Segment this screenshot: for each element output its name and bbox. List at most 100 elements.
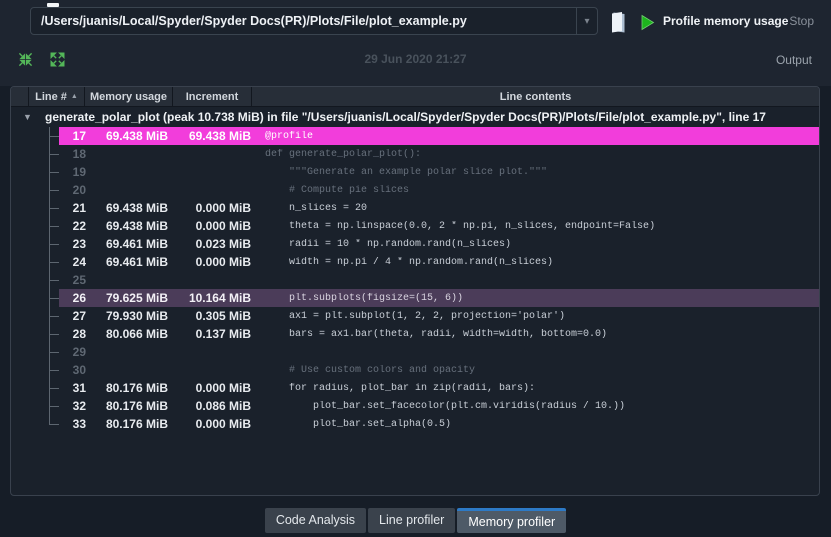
run-profiler-icon[interactable] [640, 14, 656, 31]
column-header-line-contents[interactable]: Line contents [252, 87, 819, 106]
memory-usage-value: 69.438 MiB [105, 201, 168, 215]
line-code: def generate_polar_plot(): [265, 148, 422, 160]
line-number: 24 [72, 255, 86, 269]
column-header-line-label: Line # [35, 90, 67, 103]
tree-branch [11, 379, 59, 397]
profile-table-body: ▼ generate_polar_plot (peak 10.738 MiB) … [11, 107, 819, 495]
line-number: 22 [72, 219, 86, 233]
line-number: 21 [72, 201, 86, 215]
line-code: bars = ax1.bar(theta, radii, width=width… [265, 328, 608, 340]
column-header-increment[interactable]: Increment [173, 87, 252, 106]
profile-line-row[interactable]: 17 69.438 MiB 69.438 MiB @profile [11, 127, 819, 145]
memory-usage-value: 79.625 MiB [105, 291, 168, 305]
memory-usage-value: 80.066 MiB [105, 327, 168, 341]
profile-line-row[interactable]: 24 69.461 MiB 0.000 MiB width = np.pi / … [11, 253, 819, 271]
line-number: 19 [72, 165, 86, 179]
tab-line-profiler[interactable]: Line profiler [368, 508, 456, 533]
tree-branch [11, 127, 59, 145]
tree-branch [11, 415, 59, 433]
line-code: plot_bar.set_alpha(0.5) [265, 418, 452, 430]
line-number: 29 [72, 345, 86, 359]
tree-branch [11, 343, 59, 361]
file-path-value[interactable]: /Users/juanis/Local/Spyder/Spyder Docs(P… [31, 14, 576, 28]
toolbar: /Users/juanis/Local/Spyder/Spyder Docs(P… [0, 0, 831, 86]
profile-line-row[interactable]: 31 80.176 MiB 0.000 MiB for radius, plot… [11, 379, 819, 397]
memory-usage-value: 80.176 MiB [105, 417, 168, 431]
increment-value: 0.137 MiB [195, 327, 251, 341]
line-number: 27 [72, 309, 86, 323]
profile-line-row[interactable]: 29 [11, 343, 819, 361]
memory-usage-value: 80.176 MiB [105, 381, 168, 395]
increment-value: 0.023 MiB [195, 237, 251, 251]
line-code: theta = np.linspace(0.0, 2 * np.pi, n_sl… [265, 220, 656, 232]
tree-branch [11, 397, 59, 415]
memory-usage-value: 69.438 MiB [105, 129, 168, 143]
memory-usage-value: 80.176 MiB [105, 399, 168, 413]
output-file-icon[interactable] [609, 11, 627, 34]
line-number: 25 [72, 273, 86, 287]
memory-usage-value: 69.461 MiB [105, 237, 168, 251]
increment-value: 0.000 MiB [195, 417, 251, 431]
line-number: 33 [72, 417, 86, 431]
line-number: 17 [72, 129, 86, 143]
column-header-line[interactable]: Line # ▲ [29, 87, 85, 106]
run-timestamp: 29 Jun 2020 21:27 [364, 52, 467, 66]
table-header: Line # ▲ Memory usage Increment Line con… [11, 87, 819, 107]
profile-line-row[interactable]: 23 69.461 MiB 0.023 MiB radii = 10 * np.… [11, 235, 819, 253]
increment-value: 0.000 MiB [195, 381, 251, 395]
sort-ascending-icon: ▲ [70, 93, 78, 100]
tab-code-analysis[interactable]: Code Analysis [264, 508, 367, 533]
profile-line-row[interactable]: 22 69.438 MiB 0.000 MiB theta = np.linsp… [11, 217, 819, 235]
tree-branch [11, 163, 59, 181]
profile-line-row[interactable]: 21 69.438 MiB 0.000 MiB n_slices = 20 [11, 199, 819, 217]
function-summary-row[interactable]: ▼ generate_polar_plot (peak 10.738 MiB) … [11, 107, 819, 127]
profile-line-row[interactable]: 19 """Generate an example polar slice pl… [11, 163, 819, 181]
line-number: 26 [72, 291, 86, 305]
tree-branch [11, 271, 59, 289]
increment-value: 0.000 MiB [195, 219, 251, 233]
line-number: 23 [72, 237, 86, 251]
profile-line-row[interactable]: 27 79.930 MiB 0.305 MiB ax1 = plt.subplo… [11, 307, 819, 325]
output-link[interactable]: Output [776, 53, 812, 67]
memory-profile-table: Line # ▲ Memory usage Increment Line con… [10, 86, 820, 496]
memory-usage-value: 69.438 MiB [105, 219, 168, 233]
line-number: 18 [72, 147, 86, 161]
memory-profiler-pane: /Users/juanis/Local/Spyder/Spyder Docs(P… [0, 0, 831, 537]
line-code: """Generate an example polar slice plot.… [265, 166, 548, 178]
line-number: 28 [72, 327, 86, 341]
line-code: # Compute pie slices [265, 184, 410, 196]
profile-line-row[interactable]: 33 80.176 MiB 0.000 MiB plot_bar.set_alp… [11, 415, 819, 433]
line-code: width = np.pi / 4 * np.random.rand(n_sli… [265, 256, 554, 268]
tab-memory-profiler[interactable]: Memory profiler [457, 508, 567, 533]
memory-usage-value: 79.930 MiB [105, 309, 168, 323]
increment-value: 0.086 MiB [195, 399, 251, 413]
column-header-memory-usage[interactable]: Memory usage [85, 87, 173, 106]
profile-line-row[interactable]: 25 [11, 271, 819, 289]
line-number: 32 [72, 399, 86, 413]
tree-branch [11, 307, 59, 325]
profile-line-row[interactable]: 30 # Use custom colors and opacity [11, 361, 819, 379]
tree-branch [11, 235, 59, 253]
tree-branch [11, 199, 59, 217]
chevron-down-icon[interactable]: ▾ [576, 8, 597, 34]
line-code: radii = 10 * np.random.rand(n_slices) [265, 238, 512, 250]
file-path-combobox[interactable]: /Users/juanis/Local/Spyder/Spyder Docs(P… [30, 7, 598, 35]
profile-line-row[interactable]: 26 79.625 MiB 10.164 MiB plt.subplots(fi… [11, 289, 819, 307]
tree-branch [11, 217, 59, 235]
tree-branch [11, 361, 59, 379]
profile-line-row[interactable]: 18 def generate_polar_plot(): [11, 145, 819, 163]
profile-line-row[interactable]: 28 80.066 MiB 0.137 MiB bars = ax1.bar(t… [11, 325, 819, 343]
line-code: ax1 = plt.subplot(1, 2, 2, projection='p… [265, 310, 566, 322]
profile-line-row[interactable]: 20 # Compute pie slices [11, 181, 819, 199]
stop-button[interactable]: Stop [789, 9, 814, 33]
tree-branch [11, 145, 59, 163]
line-code: n_slices = 20 [265, 202, 368, 214]
collapse-triangle-icon[interactable]: ▼ [23, 112, 45, 122]
profile-line-row[interactable]: 32 80.176 MiB 0.086 MiB plot_bar.set_fac… [11, 397, 819, 415]
profile-memory-usage-button[interactable]: Profile memory usage [663, 9, 788, 33]
line-code: for radius, plot_bar in zip(radii, bars)… [265, 382, 536, 394]
increment-value: 69.438 MiB [188, 129, 251, 143]
tree-branch [11, 289, 59, 307]
line-code: # Use custom colors and opacity [265, 364, 476, 376]
line-number: 20 [72, 183, 86, 197]
